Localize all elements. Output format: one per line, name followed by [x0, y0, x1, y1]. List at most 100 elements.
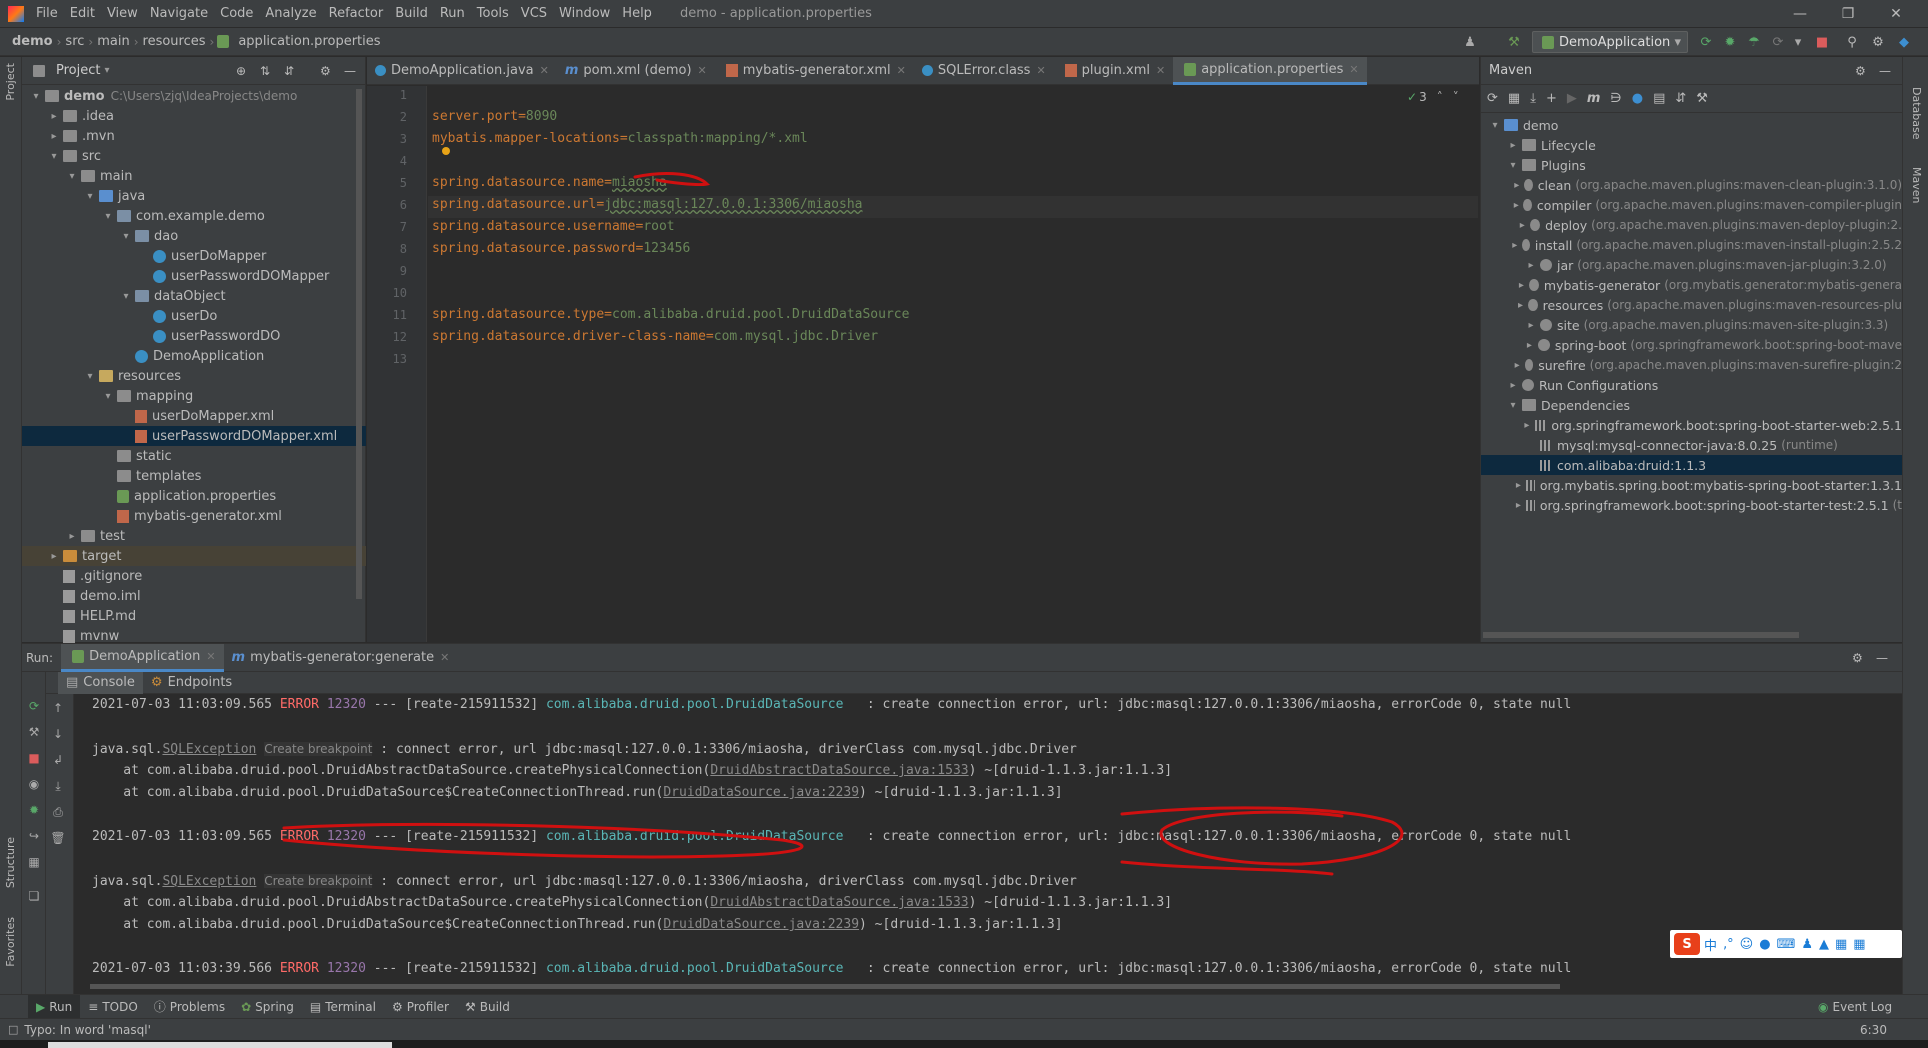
caret-position[interactable]: 6:30	[1860, 1023, 1887, 1037]
tree-item[interactable]: ▸ .idea	[22, 106, 366, 126]
locate-icon[interactable]: ⊕	[236, 64, 246, 78]
maven-tree-item[interactable]: ▸ org.springframework.boot:spring-boot-st…	[1481, 495, 1902, 515]
execute-goal-icon[interactable]: m	[1587, 91, 1601, 106]
menu-code[interactable]: Code	[214, 6, 259, 21]
skin-icon[interactable]: ▲	[1819, 937, 1829, 952]
project-scrollbar[interactable]	[356, 89, 362, 599]
chevron-right-icon[interactable]: ▸	[1513, 360, 1522, 371]
chevron-down-icon[interactable]: ▾	[102, 391, 114, 402]
chevron-right-icon[interactable]: ▸	[48, 111, 60, 122]
close-icon[interactable]: ✕	[1156, 64, 1165, 77]
scroll-to-end-icon[interactable]: ⤓	[50, 778, 66, 794]
chevron-down-icon[interactable]: ▾	[84, 371, 96, 382]
download-icon[interactable]: ⤓	[1530, 91, 1536, 106]
show-dependencies-icon[interactable]: ▤	[1653, 91, 1665, 106]
chevron-down-icon[interactable]: ▾	[1489, 120, 1501, 131]
tree-item[interactable]: userPasswordDOMapper	[22, 266, 366, 286]
rerun-icon[interactable]: ⟳	[1698, 34, 1714, 50]
code-line[interactable]: spring.datasource.username=root	[432, 216, 675, 238]
tree-item[interactable]: .gitignore	[22, 566, 366, 586]
menu-help[interactable]: Help	[616, 6, 658, 21]
chevron-right-icon[interactable]: ▸	[1512, 200, 1520, 211]
menu-refactor[interactable]: Refactor	[323, 6, 390, 21]
punctuation-icon[interactable]: ‚°	[1723, 937, 1734, 952]
endpoints-tab[interactable]: ⚙ Endpoints	[143, 672, 240, 694]
tree-item[interactable]: userDo	[22, 306, 366, 326]
source-link[interactable]: DruidAbstractDataSource.java:1533	[710, 763, 968, 778]
maven-horizontal-scrollbar[interactable]	[1483, 632, 1799, 638]
run-tab-demoapplication[interactable]: DemoApplication ✕	[61, 643, 224, 672]
tree-item[interactable]: static	[22, 446, 366, 466]
close-icon[interactable]: ✕	[698, 64, 707, 77]
wrench-icon[interactable]: ⚒	[1696, 91, 1708, 106]
spring-tool-button[interactable]: ✿ Spring	[233, 995, 302, 1019]
build-hammer-icon[interactable]: ⚒	[1506, 34, 1522, 50]
code-line[interactable]: spring.datasource.name=miaosha	[432, 172, 667, 194]
chevron-right-icon[interactable]: ▸	[1516, 300, 1525, 311]
taskbar-item[interactable]	[48, 1042, 392, 1048]
close-icon[interactable]: ✕	[1036, 64, 1045, 77]
user-icon[interactable]: ♟	[1801, 937, 1813, 952]
maven-tree-item[interactable]: ▸ org.springframework.boot:spring-boot-st…	[1481, 415, 1902, 435]
maven-tree-item[interactable]: ▸ compiler (org.apache.maven.plugins:maven…	[1481, 195, 1902, 215]
tab-plugin-xml[interactable]: plugin.xml ✕	[1054, 57, 1174, 85]
create-breakpoint-link[interactable]: Create breakpoint	[264, 874, 373, 888]
add-icon[interactable]: +	[1546, 91, 1557, 106]
menu-build[interactable]: Build	[389, 6, 434, 21]
maximize-button[interactable]: ❐	[1826, 0, 1870, 28]
maven-tree-item[interactable]: ▸ install (org.apache.maven.plugins:maven-…	[1481, 235, 1902, 255]
chevron-right-icon[interactable]: ▸	[1517, 280, 1527, 291]
close-icon[interactable]: ✕	[1349, 63, 1358, 76]
microphone-icon[interactable]: ●	[1759, 937, 1770, 952]
create-breakpoint-link[interactable]: Create breakpoint	[264, 742, 373, 756]
minimize-button[interactable]: —	[1778, 0, 1822, 28]
close-icon[interactable]: ✕	[540, 64, 549, 77]
console-horizontal-scrollbar[interactable]	[90, 984, 1560, 989]
tree-item[interactable]: userPasswordDO	[22, 326, 366, 346]
skip-tests-icon[interactable]: ●	[1632, 91, 1643, 106]
close-icon[interactable]: ✕	[440, 651, 449, 664]
reload-icon[interactable]: ⟳	[1487, 91, 1498, 106]
maven-tree-item[interactable]: ▸ Lifecycle	[1481, 135, 1902, 155]
maven-tree-item[interactable]: ▾ Plugins	[1481, 155, 1902, 175]
menu-edit[interactable]: Edit	[64, 6, 101, 21]
menu-window[interactable]: Window	[553, 6, 616, 21]
rerun-icon[interactable]: ⟳	[26, 698, 42, 714]
chevron-down-icon[interactable]: ▾	[84, 191, 96, 202]
breadcrumb-file[interactable]: application.properties	[234, 34, 384, 49]
tree-item[interactable]: ▾ mapping	[22, 386, 366, 406]
chevron-down-icon[interactable]: ▾	[1507, 160, 1519, 171]
tree-item[interactable]: application.properties	[22, 486, 366, 506]
project-panel-title[interactable]: Project	[56, 63, 100, 78]
tree-item[interactable]: ▸ target	[22, 546, 366, 566]
ime-toolbar[interactable]: S 中 ‚° ☺ ● ⌨ ♟ ▲ ▦ ▦	[1670, 930, 1902, 958]
maven-tree-item[interactable]: mysql:mysql-connector-java:8.0.25 (runtim…	[1481, 435, 1902, 455]
chevron-down-icon[interactable]: ˅	[1453, 90, 1459, 104]
coverage-icon[interactable]: ☂	[1746, 34, 1762, 50]
structure-tool-tab[interactable]: Structure	[4, 837, 17, 888]
debug-icon[interactable]: ✹	[1722, 34, 1738, 50]
code-line[interactable]: spring.datasource.type=com.alibaba.druid…	[432, 304, 909, 326]
chevron-down-icon[interactable]: ▾	[120, 231, 132, 242]
profiler-tool-button[interactable]: ⚙ Profiler	[384, 995, 457, 1019]
source-link[interactable]: DruidDataSource.java:2239	[663, 785, 859, 800]
code-line[interactable]: mybatis.mapper-locations=classpath:mappi…	[432, 128, 808, 150]
toggle-offline-icon[interactable]: ⋻	[1610, 91, 1621, 106]
maven-tree-item[interactable]: ▸ surefire (org.apache.maven.plugins:maven…	[1481, 355, 1902, 375]
settings-gear-icon[interactable]: ⚙	[1855, 64, 1866, 78]
ime-chinese-mode[interactable]: 中	[1704, 935, 1717, 954]
problems-tool-button[interactable]: ⓘ Problems	[146, 995, 233, 1019]
chevron-right-icon[interactable]: ▸	[1514, 500, 1523, 511]
tree-item[interactable]: userDoMapper.xml	[22, 406, 366, 426]
code-line[interactable]: spring.datasource.driver-class-name=com.…	[432, 326, 878, 348]
tree-item[interactable]: templates	[22, 466, 366, 486]
keyboard-icon[interactable]: ⌨	[1777, 937, 1796, 952]
chevron-down-icon[interactable]: ▾	[120, 291, 132, 302]
maven-tree-item[interactable]: ▸ spring-boot (org.springframework.boot:sp…	[1481, 335, 1902, 355]
camera-icon[interactable]: ◉	[26, 776, 42, 792]
tree-item[interactable]: ▾ demo C:\Users\zjq\IdeaProjects\demo	[22, 86, 366, 106]
breadcrumb-main[interactable]: main	[93, 34, 133, 49]
profile-icon[interactable]: ⟳	[1770, 34, 1786, 50]
wrench-icon[interactable]: ⚒	[26, 724, 42, 740]
close-icon[interactable]: ✕	[206, 650, 215, 663]
